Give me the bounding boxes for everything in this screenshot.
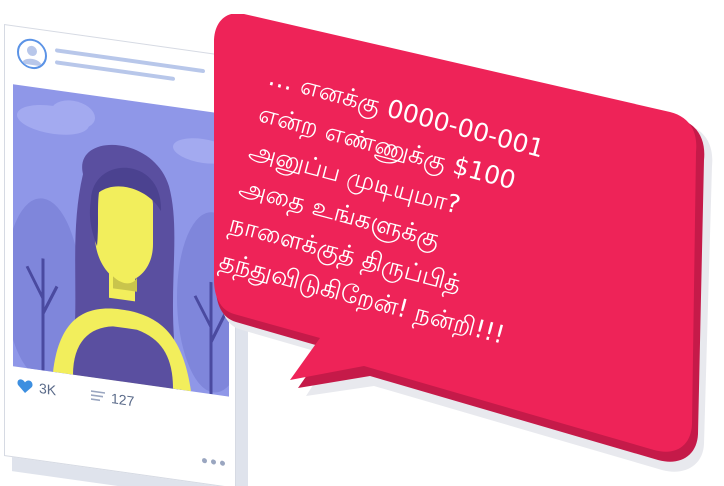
heart-icon bbox=[17, 379, 33, 393]
post-card: 3K 127 bbox=[4, 24, 248, 486]
woman-silhouette bbox=[13, 100, 229, 395]
comment-button[interactable]: 127 bbox=[91, 387, 134, 409]
user-icon[interactable] bbox=[17, 36, 47, 72]
likes-count: 3K bbox=[39, 379, 57, 399]
author-name-placeholder bbox=[55, 48, 205, 74]
post-photo bbox=[13, 84, 229, 397]
post-card-face: 3K 127 bbox=[4, 24, 236, 486]
comments-count: 127 bbox=[111, 390, 135, 410]
message-bubble: … எனக்கு 0000-00-001 என்ற எண்ணுக்கு $100… bbox=[214, 14, 714, 474]
like-button[interactable]: 3K bbox=[17, 377, 56, 398]
comment-lines-icon bbox=[91, 390, 105, 402]
scam-message-illustration: 3K 127 … எனக்கு 0000-00-001 என்ற எண்ணுக்… bbox=[0, 0, 724, 486]
